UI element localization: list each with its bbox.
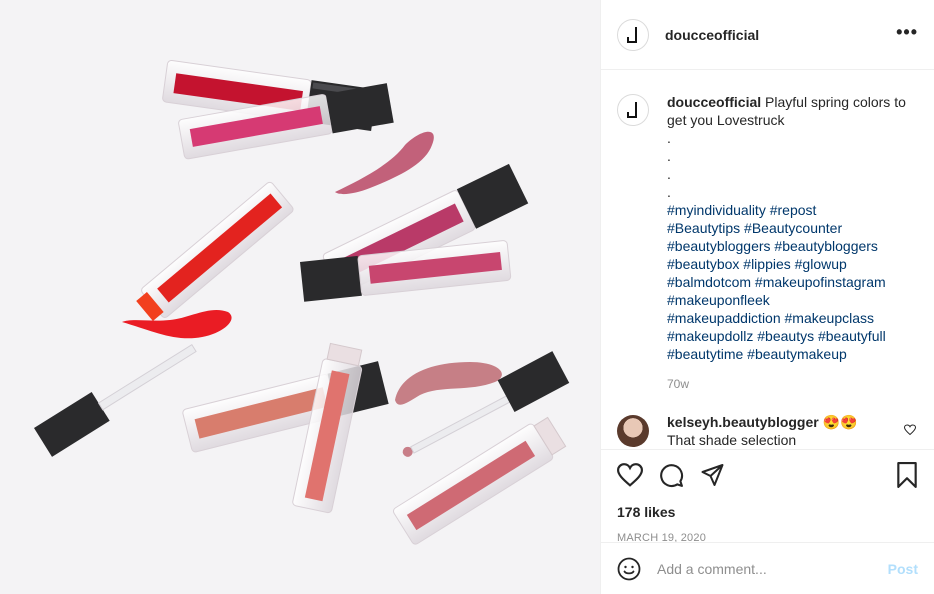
hashtag-line[interactable]: #makeupaddiction #makeupclass — [667, 310, 874, 326]
send-icon[interactable] — [700, 463, 725, 487]
post-image[interactable] — [0, 0, 600, 594]
hashtag-line[interactable]: #makeupdollz #beautys #beautyfull — [667, 328, 886, 344]
hashtag-line[interactable]: #beautybloggers #beautybloggers — [667, 238, 878, 254]
comment-like-heart-icon[interactable] — [903, 423, 917, 441]
add-comment-bar: Post — [601, 542, 934, 594]
comment-emoji: 😍😍 — [822, 414, 858, 430]
commenter-username[interactable]: kelseyh.beautyblogger — [667, 414, 819, 430]
comment-input[interactable] — [657, 560, 888, 577]
hashtag-line[interactable]: #balmdotcom #makeupofinstagram — [667, 274, 886, 290]
brand-logo-icon — [627, 102, 637, 118]
hashtag-line[interactable]: #myindividuality #repost — [667, 202, 816, 218]
commenter-avatar[interactable] — [617, 415, 649, 447]
hashtag-line[interactable]: #beautytime #beautymakeup — [667, 346, 847, 362]
comment-text: That shade selection — [667, 432, 797, 448]
caption-text: doucceofficial Playful spring colors to … — [667, 93, 915, 393]
post-actions: 178 likes MARCH 19, 2020 — [601, 449, 934, 544]
comments-section[interactable]: doucceofficial Playful spring colors to … — [601, 71, 934, 449]
hashtags: #myindividuality #repost #Beautytips #Be… — [667, 201, 915, 363]
hashtag-line[interactable]: #Beautytips #Beautycounter — [667, 220, 842, 236]
post-comment-button[interactable]: Post — [888, 561, 918, 577]
comment: kelseyh.beautyblogger 😍😍 That shade sele… — [617, 413, 918, 449]
likes-count[interactable]: 178 likes — [617, 504, 918, 520]
brand-logo-icon — [627, 26, 637, 43]
caption-dot: . — [667, 166, 671, 182]
lip-gloss-photo — [0, 0, 600, 594]
bookmark-icon[interactable] — [896, 462, 918, 488]
comment-icon[interactable] — [659, 463, 684, 488]
account-username[interactable]: doucceofficial — [665, 27, 759, 43]
action-icons — [617, 460, 918, 490]
hashtag-line[interactable]: #beautybox #lippies #glowup — [667, 256, 847, 272]
more-options-icon[interactable]: ••• — [896, 23, 918, 43]
smiley-icon[interactable] — [617, 557, 641, 581]
heart-icon[interactable] — [617, 463, 643, 487]
caption-dots: . . . . — [667, 129, 915, 201]
caption: doucceofficial Playful spring colors to … — [617, 93, 918, 393]
post-panel: doucceofficial ••• doucceofficial Playfu… — [600, 0, 934, 594]
caption-username[interactable]: doucceofficial — [667, 94, 761, 110]
caption-avatar[interactable] — [617, 94, 649, 126]
hashtag-line[interactable]: #makeuponfleek — [667, 292, 770, 308]
account-avatar[interactable] — [617, 18, 649, 51]
caption-age[interactable]: 70w — [667, 375, 915, 393]
caption-dot: . — [667, 184, 671, 200]
caption-dot: . — [667, 130, 671, 146]
comment-body: kelseyh.beautyblogger 😍😍 That shade sele… — [667, 413, 857, 449]
caption-dot: . — [667, 148, 671, 164]
post-header: doucceofficial ••• — [601, 0, 934, 70]
